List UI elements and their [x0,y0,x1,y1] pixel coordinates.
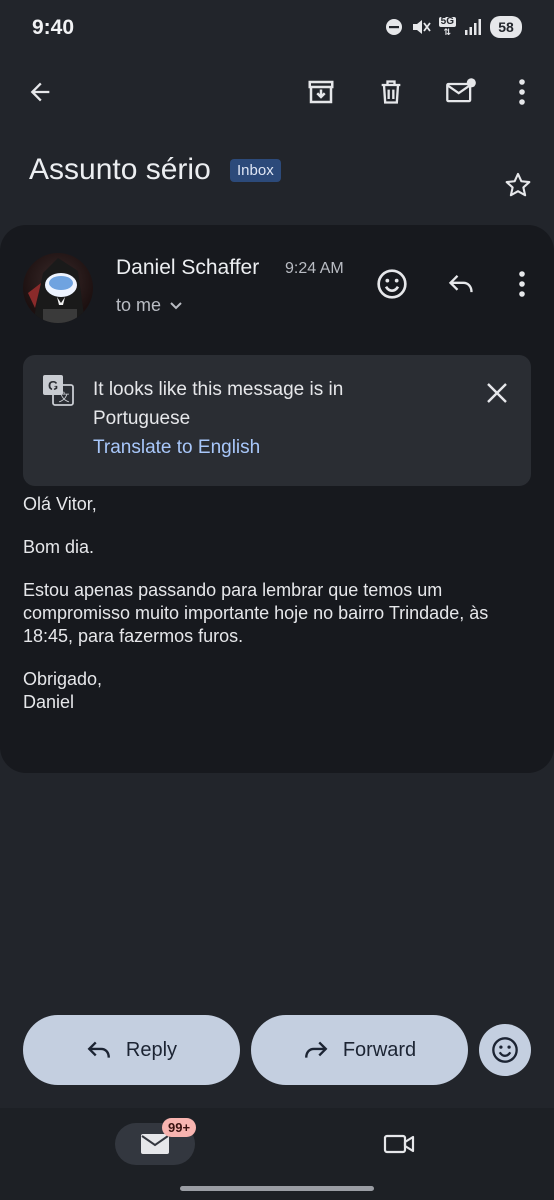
dnd-icon [385,18,403,36]
meet-tab[interactable] [375,1123,423,1165]
more-vert-icon [519,79,525,105]
message-body: Olá Vitor, Bom dia. Estou apenas passand… [23,493,533,734]
reply-icon-button[interactable] [437,260,485,308]
status-time: 9:40 [32,16,75,39]
recipient-label: to me [116,295,162,315]
subject-row: Assunto sério Inbox [0,145,554,205]
mark-unread-icon [446,78,476,103]
email-subject: Assunto sério [29,153,211,186]
back-button[interactable] [16,68,64,116]
more-vert-icon [519,271,525,297]
message-card: Daniel Schaffer 9:24 AM to me G 文 It loo… [0,225,554,773]
message-more-button[interactable] [498,260,546,308]
translate-message: It looks like this message is in Portugu… [93,379,344,429]
chevron-down-icon [170,301,182,309]
star-button[interactable] [496,163,540,207]
delete-icon [381,80,401,104]
close-translate-button[interactable] [475,371,519,415]
translate-link[interactable]: Translate to English [93,437,260,459]
reply-icon [448,275,473,293]
forward-label: Forward [342,1038,417,1061]
translate-banner: G 文 It looks like this message is in Por… [23,355,531,486]
archive-button[interactable] [297,68,345,116]
body-signature: Daniel [23,692,75,712]
video-camera-icon [383,1134,415,1154]
recipient-details-toggle[interactable]: to me [116,295,183,316]
body-line: Bom dia. [23,537,95,557]
status-bar: 9:40 5G ⇅ 58 [0,0,554,60]
status-icons: 5G ⇅ 58 [385,16,522,38]
close-icon [487,383,507,403]
svg-text:文: 文 [59,390,70,404]
network-5g-icon: 5G ⇅ [438,16,456,37]
delete-button[interactable] [367,68,415,116]
translate-icon: G 文 [41,373,75,412]
mark-unread-button[interactable] [437,68,485,116]
more-options-button[interactable] [498,68,546,116]
body-line: Estou apenas passando para lembrar que t… [23,580,489,646]
sender-avatar[interactable] [23,253,93,323]
reply-button[interactable]: Reply [23,1015,240,1085]
top-toolbar [0,62,554,122]
network-label: 5G [438,16,456,27]
back-arrow-icon [30,82,50,102]
sender-name[interactable]: Daniel Schaffer [116,256,259,280]
reply-icon [87,1041,110,1058]
message-time: 9:24 AM [285,260,344,277]
star-icon [505,172,531,197]
reply-label: Reply [125,1038,178,1061]
emoji-icon [492,1037,518,1063]
inbox-label-badge[interactable]: Inbox [230,159,281,182]
add-reaction-button[interactable] [368,260,416,308]
mute-icon [411,18,431,36]
archive-icon [308,80,334,104]
react-emoji-button[interactable] [479,1024,531,1076]
signal-icon [464,19,482,35]
battery-indicator: 58 [490,16,522,38]
reply-actions: Reply Forward [0,1015,554,1087]
body-closing: Obrigado, [23,669,103,689]
mail-icon [141,1134,169,1154]
forward-icon [304,1041,328,1058]
body-greeting: Olá Vitor, [23,494,97,514]
emoji-icon [377,269,407,299]
unread-count-badge: 99+ [162,1118,197,1137]
home-indicator[interactable] [180,1186,374,1191]
forward-button[interactable]: Forward [251,1015,468,1085]
